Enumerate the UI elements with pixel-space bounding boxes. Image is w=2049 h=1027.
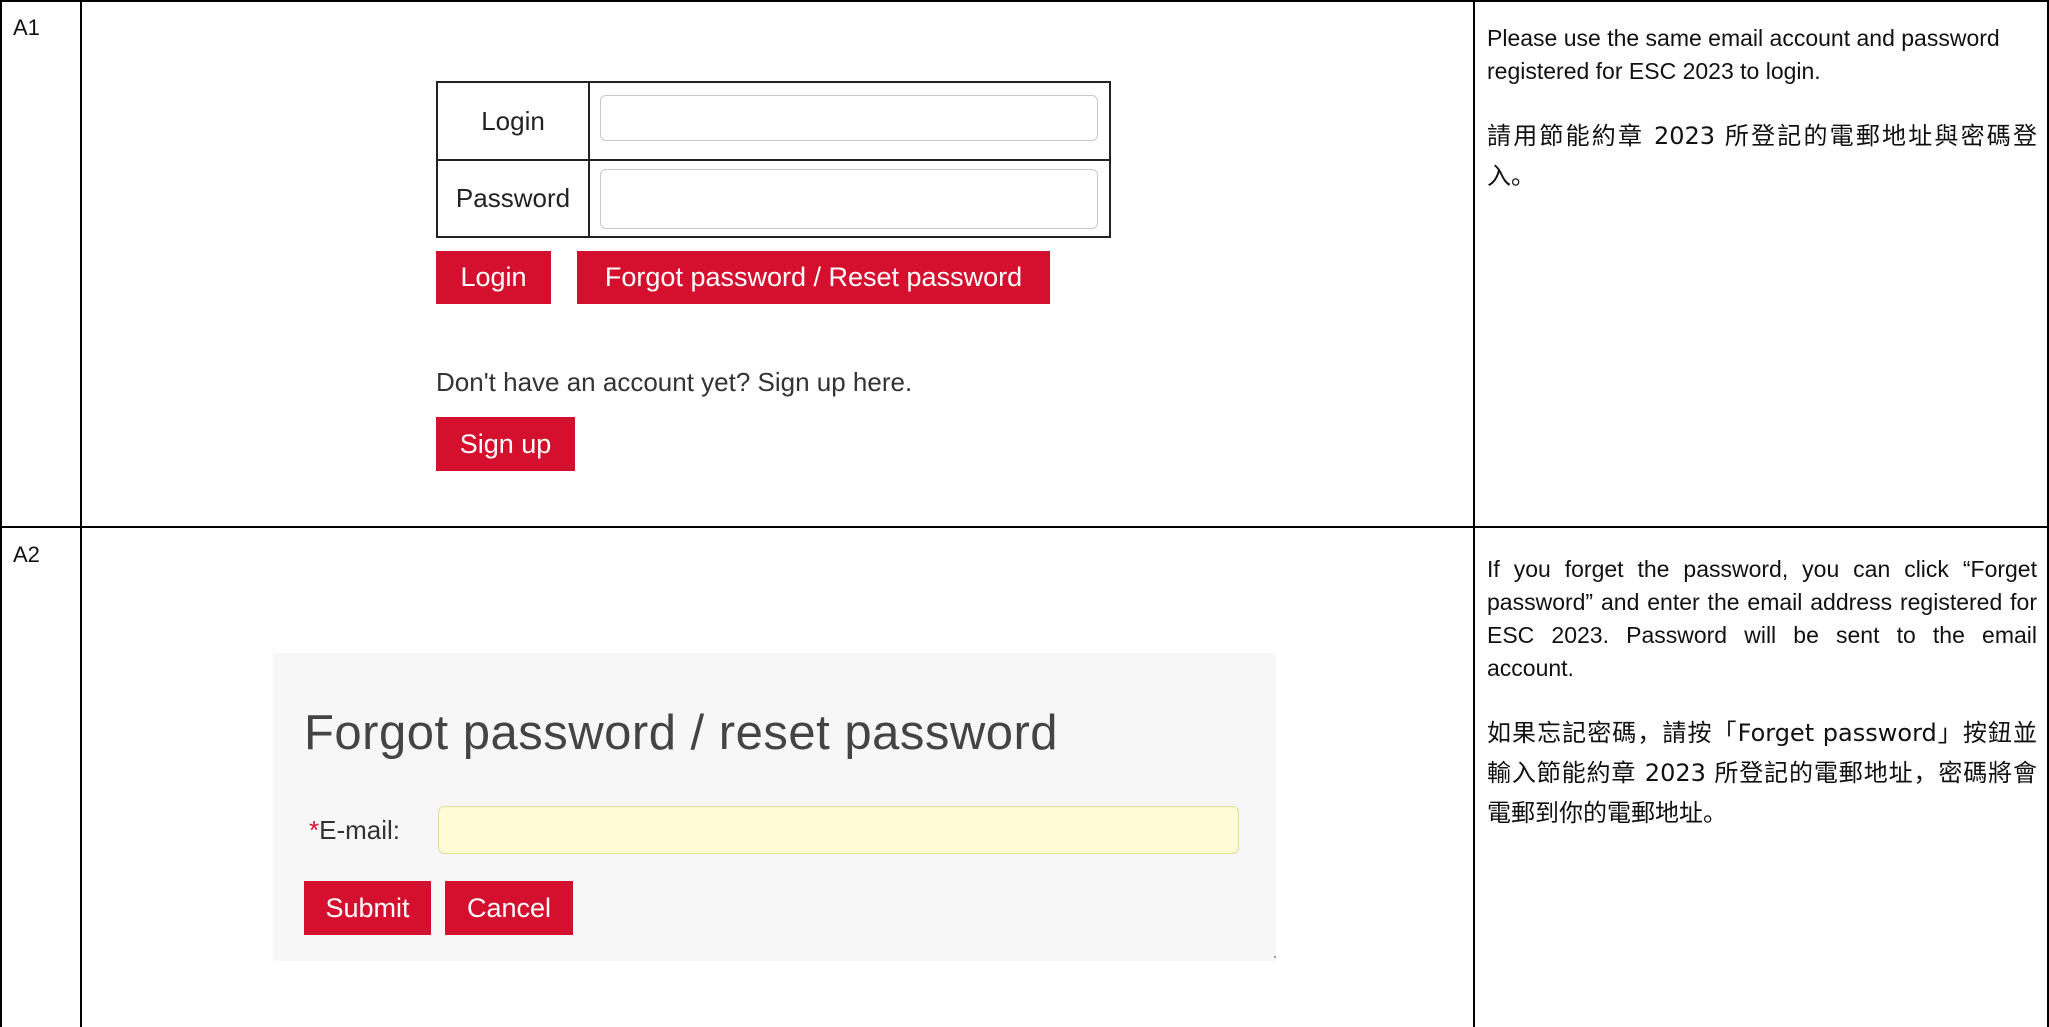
note-english: If you forget the password, you can clic… — [1487, 556, 2037, 681]
forgot-password-title: Forgot password / reset password — [304, 706, 1059, 760]
required-mark: * — [309, 815, 320, 845]
login-button[interactable]: Login — [436, 251, 551, 304]
note-english: Please use the same email account and pa… — [1487, 25, 2000, 84]
cancel-button[interactable]: Cancel — [445, 881, 573, 935]
password-label: Password — [438, 160, 590, 236]
note-chinese: 如果忘記密碼，請按「Forget password」按鈕並輸入節能約章 2023… — [1487, 719, 2037, 827]
forgot-password-form: Forgot password / reset password *E-mail… — [273, 653, 1276, 961]
table-border-left — [0, 0, 2, 1027]
signup-prompt: Don't have an account yet? Sign up here. — [436, 367, 913, 397]
row-a1-note: Please use the same email account and pa… — [1487, 22, 2037, 196]
password-row: Password — [438, 160, 1109, 236]
table-divider-note — [1473, 0, 1475, 1027]
login-label: Login — [438, 83, 590, 159]
table-divider-id — [80, 0, 82, 1027]
login-form: Login Password Login Forgot password / R… — [436, 81, 1116, 471]
panel-corner-mark — [1274, 956, 1276, 958]
forgot-password-button[interactable]: Forgot password / Reset password — [577, 251, 1050, 304]
row-a2-note: If you forget the password, you can clic… — [1487, 553, 2037, 833]
login-fields-table: Login Password — [436, 81, 1111, 238]
table-border-top — [0, 0, 2049, 2]
email-label: *E-mail: — [309, 815, 400, 846]
row-id-a1: A1 — [13, 15, 40, 40]
row-id-a2: A2 — [13, 542, 40, 567]
signup-button[interactable]: Sign up — [436, 417, 575, 471]
table-row-divider — [0, 526, 2049, 528]
submit-button[interactable]: Submit — [304, 881, 431, 935]
instruction-table: A1 Login Password Login Forgot password … — [0, 0, 2049, 1027]
email-input[interactable] — [438, 806, 1239, 854]
email-label-text: E-mail: — [319, 815, 401, 845]
login-input[interactable] — [600, 95, 1098, 141]
note-chinese: 請用節能約章 2023 所登記的電郵地址與密碼登入。 — [1487, 122, 2037, 190]
login-row: Login — [438, 83, 1109, 161]
password-input[interactable] — [600, 169, 1098, 229]
